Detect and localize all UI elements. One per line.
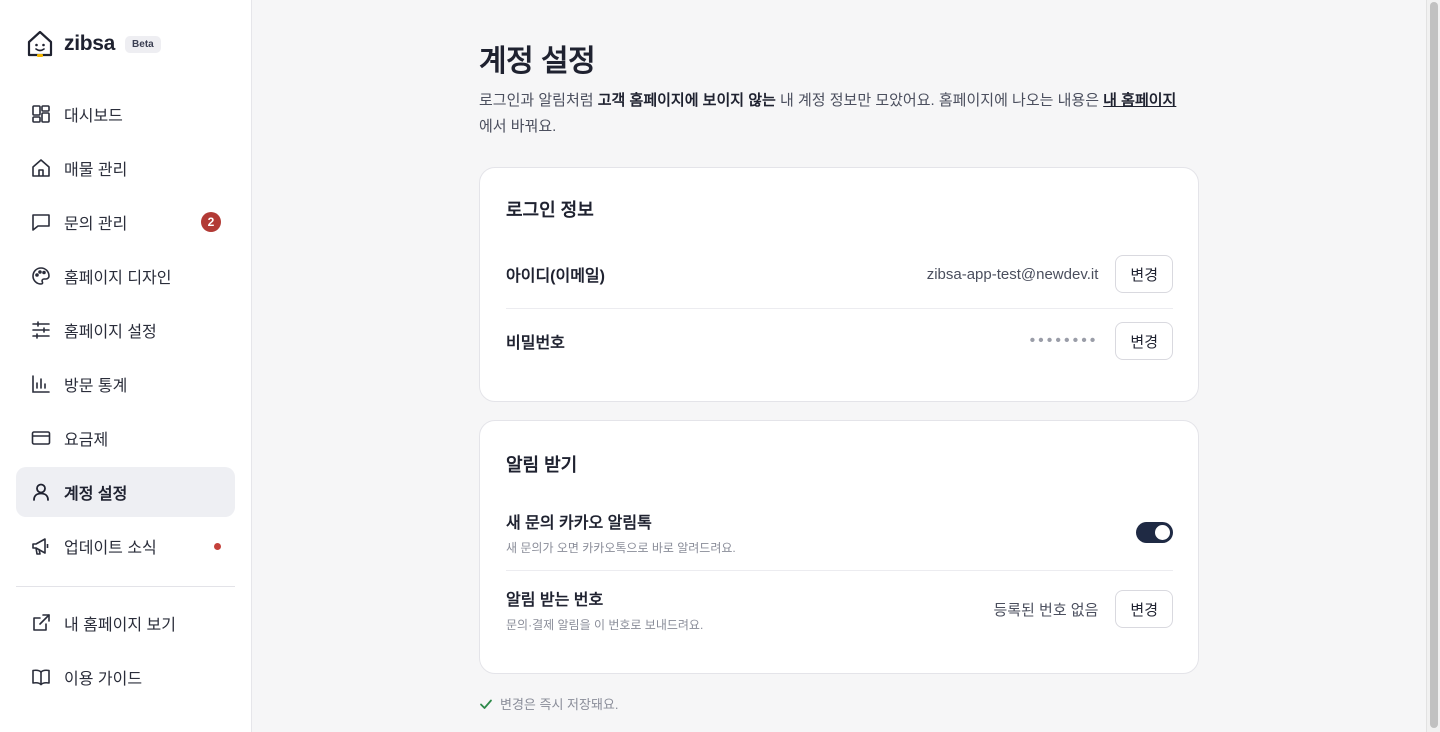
sidebar-nav: 대시보드 매물 관리 문의 관리 2 홈페이지 디자인 홈페이지 설정 방문 통… bbox=[16, 89, 235, 575]
email-label: 아이디(이메일) bbox=[506, 268, 605, 285]
kakao-alert-label: 새 문의 카카오 알림톡 bbox=[506, 514, 652, 532]
sidebar-item-homepage-design[interactable]: 홈페이지 디자인 bbox=[16, 251, 235, 301]
intro-emphasis: 고객 홈페이지에 보이지 않는 bbox=[597, 92, 776, 109]
row-divider bbox=[506, 308, 1173, 309]
notification-card: 알림 받기 새 문의 카카오 알림톡 새 문의가 오면 카카오톡으로 바로 알려… bbox=[479, 420, 1199, 674]
kakao-alert-toggle[interactable] bbox=[1136, 521, 1173, 543]
sidebar-item-account-settings[interactable]: 계정 설정 bbox=[16, 467, 235, 517]
login-info-card: 로그인 정보 아이디(이메일) zibsa-app-test@newdev.it… bbox=[479, 167, 1199, 402]
alert-phone-text: 알림 받는 번호 문의·결제 알림을 이 번호로 보내드려요. bbox=[506, 586, 703, 633]
brand[interactable]: zibsa Beta bbox=[24, 28, 161, 60]
sidebar-item-listings[interactable]: 매물 관리 bbox=[16, 143, 235, 193]
kakao-alert-description: 새 문의가 오면 카카오톡으로 바로 알려드려요. bbox=[506, 540, 736, 555]
inquiry-count-badge: 2 bbox=[201, 212, 221, 232]
scrollbar-thumb[interactable] bbox=[1430, 2, 1438, 728]
beta-badge: Beta bbox=[125, 35, 161, 53]
home-icon bbox=[30, 157, 52, 179]
change-password-button[interactable]: 변경 bbox=[1115, 322, 1173, 360]
sidebar-item-pricing[interactable]: 요금제 bbox=[16, 413, 235, 463]
row-divider bbox=[506, 570, 1173, 571]
sidebar-item-inquiries[interactable]: 문의 관리 2 bbox=[16, 197, 235, 247]
page-intro: 로그인과 알림처럼 고객 홈페이지에 보이지 않는 내 계정 정보만 모았어요.… bbox=[479, 88, 1204, 140]
sidebar-item-label: 매물 관리 bbox=[64, 162, 128, 179]
sidebar-item-label: 업데이트 소식 bbox=[64, 540, 157, 557]
sidebar: zibsa Beta 대시보드 매물 관리 문의 관리 2 홈페이지 디자인 홈… bbox=[0, 0, 252, 732]
zibsa-logo-icon bbox=[24, 28, 56, 60]
sliders-icon bbox=[30, 319, 52, 341]
dashboard-icon bbox=[30, 103, 52, 125]
sidebar-item-label: 홈페이지 디자인 bbox=[64, 270, 172, 287]
sidebar-item-view-homepage[interactable]: 내 홈페이지 보기 bbox=[16, 598, 235, 648]
sidebar-divider bbox=[16, 586, 235, 587]
my-homepage-link[interactable]: 내 홈페이지 bbox=[1103, 92, 1176, 109]
email-row: 아이디(이메일) zibsa-app-test@newdev.it 변경 bbox=[506, 255, 1173, 293]
toggle-knob bbox=[1155, 524, 1170, 540]
alert-phone-value: 등록된 번호 없음 bbox=[993, 601, 1099, 619]
sidebar-item-label: 방문 통계 bbox=[64, 378, 128, 395]
bar-chart-icon bbox=[30, 373, 52, 395]
sidebar-item-label: 홈페이지 설정 bbox=[64, 324, 157, 341]
external-link-icon bbox=[30, 612, 52, 634]
sidebar-item-label: 문의 관리 bbox=[64, 216, 128, 233]
page-title: 계정 설정 bbox=[479, 45, 596, 78]
credit-card-icon bbox=[30, 427, 52, 449]
email-value: zibsa-app-test@newdev.it bbox=[926, 265, 1099, 283]
autosave-note: 변경은 즉시 저장돼요. bbox=[479, 694, 618, 713]
intro-text: 내 계정 정보만 모았어요. 홈페이지에 나오는 내용은 bbox=[775, 92, 1104, 109]
user-icon bbox=[30, 481, 52, 503]
brand-name: zibsa bbox=[64, 32, 116, 55]
alert-phone-description: 문의·결제 알림을 이 번호로 보내드려요. bbox=[506, 617, 704, 632]
alert-phone-label: 알림 받는 번호 bbox=[506, 591, 604, 609]
sidebar-item-homepage-settings[interactable]: 홈페이지 설정 bbox=[16, 305, 235, 355]
change-email-button[interactable]: 변경 bbox=[1115, 255, 1173, 293]
card-title: 알림 받기 bbox=[506, 455, 578, 475]
sidebar-bottom-nav: 내 홈페이지 보기 이용 가이드 bbox=[16, 598, 235, 706]
password-row: 비밀번호 •••••••• 변경 bbox=[506, 322, 1173, 360]
kakao-alert-row: 새 문의 카카오 알림톡 새 문의가 오면 카카오톡으로 바로 알려드려요. bbox=[506, 509, 1173, 555]
chat-icon bbox=[30, 211, 52, 233]
sidebar-item-dashboard[interactable]: 대시보드 bbox=[16, 89, 235, 139]
page-scrollbar[interactable] bbox=[1426, 0, 1440, 732]
sidebar-item-visit-stats[interactable]: 방문 통계 bbox=[16, 359, 235, 409]
sidebar-item-guide[interactable]: 이용 가이드 bbox=[16, 652, 235, 702]
megaphone-icon bbox=[30, 535, 52, 557]
sidebar-item-label: 계정 설정 bbox=[64, 486, 128, 503]
check-icon bbox=[479, 697, 493, 711]
sidebar-item-label: 대시보드 bbox=[64, 108, 123, 125]
new-update-dot bbox=[214, 543, 221, 550]
sidebar-item-updates[interactable]: 업데이트 소식 bbox=[16, 521, 235, 571]
sidebar-item-label: 이용 가이드 bbox=[64, 671, 143, 688]
autosave-text: 변경은 즉시 저장돼요. bbox=[500, 697, 619, 712]
alert-phone-row: 알림 받는 번호 문의·결제 알림을 이 번호로 보내드려요. 등록된 번호 없… bbox=[506, 586, 1173, 632]
password-mask: •••••••• bbox=[1029, 332, 1099, 349]
intro-text: 에서 바꿔요. bbox=[479, 118, 557, 135]
book-icon bbox=[30, 666, 52, 688]
sidebar-item-label: 내 홈페이지 보기 bbox=[64, 617, 176, 634]
palette-icon bbox=[30, 265, 52, 287]
kakao-alert-text: 새 문의 카카오 알림톡 새 문의가 오면 카카오톡으로 바로 알려드려요. bbox=[506, 509, 736, 556]
change-phone-button[interactable]: 변경 bbox=[1115, 590, 1173, 628]
intro-text: 로그인과 알림처럼 bbox=[479, 92, 598, 109]
sidebar-item-label: 요금제 bbox=[64, 432, 109, 449]
card-title: 로그인 정보 bbox=[506, 200, 594, 220]
password-label: 비밀번호 bbox=[506, 335, 565, 352]
